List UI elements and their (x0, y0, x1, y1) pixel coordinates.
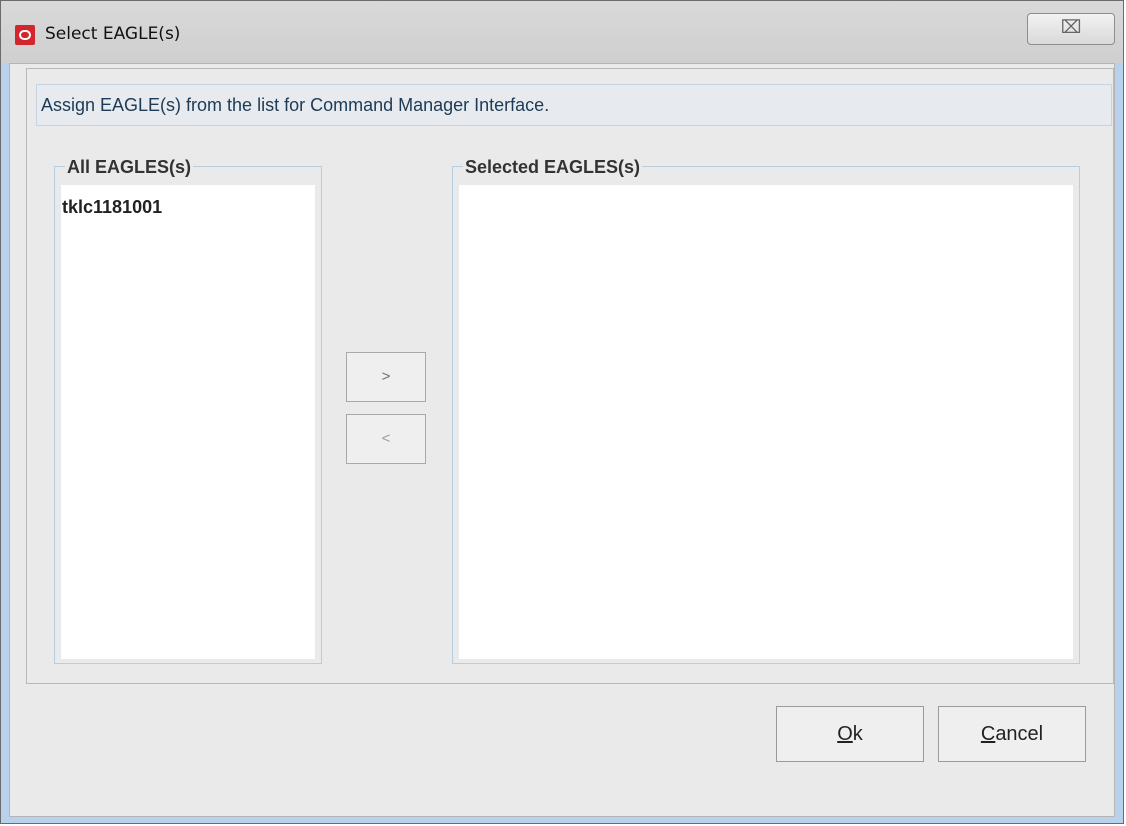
all-eagles-title: All EAGLES(s) (65, 157, 194, 177)
all-eagles-group: All EAGLES(s) tklc1181001 (54, 157, 322, 664)
all-eagles-list[interactable]: tklc1181001 (61, 185, 315, 659)
remove-button[interactable]: < (346, 414, 426, 464)
cancel-label-rest: ancel (995, 723, 1044, 745)
cancel-button[interactable]: Cancel (938, 706, 1086, 762)
ok-button[interactable]: Ok (776, 706, 924, 762)
selected-eagles-list[interactable] (459, 185, 1073, 659)
close-icon[interactable]: ⌧ (1027, 13, 1115, 45)
ok-mnemonic: O (837, 723, 853, 745)
window-title: Select EAGLE(s) (45, 24, 181, 44)
cancel-mnemonic: C (980, 723, 996, 745)
selected-eagles-group: Selected EAGLES(s) (452, 157, 1080, 664)
selected-eagles-title: Selected EAGLES(s) (463, 157, 643, 177)
list-item[interactable]: tklc1181001 (62, 197, 162, 218)
title-bar[interactable]: Select EAGLE(s) ⌧ (1, 1, 1123, 63)
instruction-text: Assign EAGLE(s) from the list for Comman… (36, 84, 1112, 126)
add-button[interactable]: > (346, 352, 426, 402)
oracle-app-icon (15, 25, 35, 45)
ok-label-rest: k (852, 723, 863, 745)
